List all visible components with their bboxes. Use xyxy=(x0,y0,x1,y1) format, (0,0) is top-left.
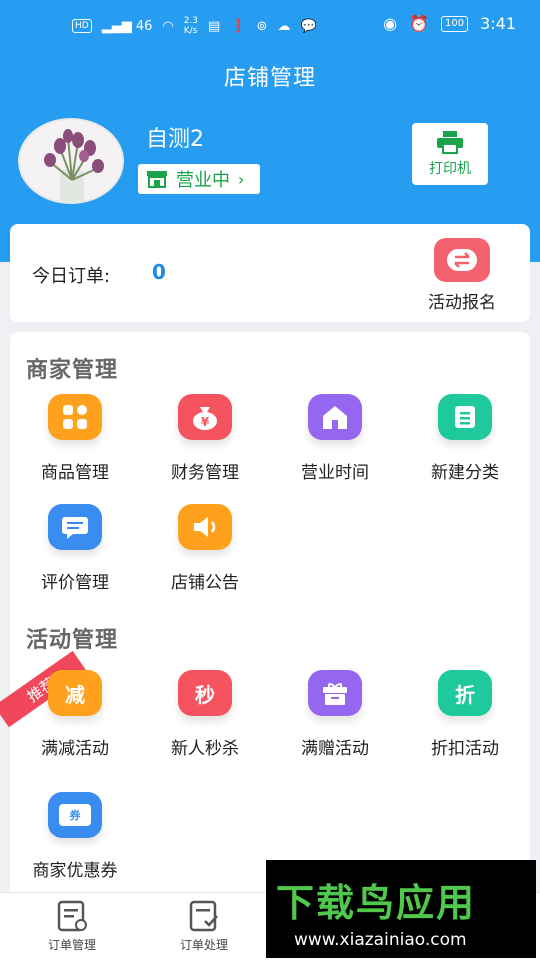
hd-badge: HD xyxy=(72,19,92,33)
chevron-right-icon: › xyxy=(238,169,245,189)
comment-icon xyxy=(48,504,102,550)
category-list-icon xyxy=(438,394,492,440)
activity-signup-label: 活动报名 xyxy=(428,293,496,313)
eye-icon: ◉ xyxy=(383,14,398,33)
review-management-item[interactable]: 评价管理 xyxy=(10,504,140,593)
battery-icon: 100 xyxy=(440,15,469,32)
coupon-glyph: 券 xyxy=(59,804,91,826)
flash-sale-icon: 秒 xyxy=(178,670,232,716)
nav-label: 订单处理 xyxy=(179,938,228,952)
shop-notice-item[interactable]: 店铺公告 xyxy=(140,504,270,593)
signal-icon: ▂▄▆ 46 xyxy=(101,18,153,34)
nav-label: 订单管理 xyxy=(47,938,96,952)
gift-box-icon xyxy=(308,670,362,716)
management-card: 商家管理 商品管理 ¥ 财务管理 营业时间 新建分类 评价管理 店铺公告 活动管… xyxy=(0,332,530,902)
product-management-item[interactable]: 商品管理 xyxy=(10,394,140,483)
printer-button[interactable]: 打印机 xyxy=(412,123,488,185)
house-icon xyxy=(308,394,362,440)
app-icon: ⊚ xyxy=(256,18,268,34)
item-label: 评价管理 xyxy=(41,573,109,593)
item-label: 商品管理 xyxy=(41,463,109,483)
battery-level: 100 xyxy=(444,17,465,29)
order-manage-icon xyxy=(57,900,87,932)
speed-value: 2.3 xyxy=(183,16,199,26)
item-label: 新建分类 xyxy=(431,463,499,483)
business-status-button[interactable]: 营业中 › xyxy=(138,164,260,194)
merchant-section-title: 商家管理 xyxy=(26,358,119,383)
cloud-icon: ☁ xyxy=(277,18,291,34)
speed-unit: K/s xyxy=(183,26,198,36)
item-label: 财务管理 xyxy=(171,463,239,483)
item-label: 折扣活动 xyxy=(431,739,499,759)
printer-label: 打印机 xyxy=(429,161,471,177)
page-title: 店铺管理 xyxy=(223,66,316,91)
coupon-icon: 券 xyxy=(48,792,102,838)
flash-sale-item[interactable]: 秒 新人秒杀 xyxy=(140,670,270,759)
alert-icon: ❗ xyxy=(230,18,247,34)
item-label: 新人秒杀 xyxy=(171,739,239,759)
alarm-icon: ⏰ xyxy=(409,14,429,33)
discount-icon: 折 xyxy=(438,670,492,716)
store-icon xyxy=(147,171,167,188)
nav-order-processing[interactable]: 订单处理 xyxy=(154,899,254,953)
signal-label: 46 xyxy=(135,18,153,34)
wifi-icon: ◠ xyxy=(162,18,174,34)
activity-signup-button[interactable]: 活动报名 xyxy=(414,238,510,313)
item-label: 满赠活动 xyxy=(301,739,369,759)
order-process-icon xyxy=(189,900,218,932)
chat-icon: 💬 xyxy=(300,18,317,34)
discount-reduce-icon: 减 xyxy=(48,670,102,716)
grid-apps-icon xyxy=(48,394,102,440)
money-bag-icon: ¥ xyxy=(178,394,232,440)
item-label: 店铺公告 xyxy=(171,573,239,593)
full-reduction-item[interactable]: 减 满减活动 xyxy=(10,670,140,759)
shop-name: 自测2 xyxy=(146,127,204,152)
tulip-photo-icon xyxy=(20,120,122,202)
svg-text:¥: ¥ xyxy=(201,415,210,429)
item-label: 营业时间 xyxy=(301,463,369,483)
clock-time: 3:41 xyxy=(480,14,516,33)
today-orders-count: 0 xyxy=(152,260,166,284)
item-label: 商家优惠券 xyxy=(32,861,118,881)
exchange-icon xyxy=(434,238,490,282)
watermark-url: www.xiazainiao.com xyxy=(294,930,467,950)
nav-order-management[interactable]: 订单管理 xyxy=(22,899,122,953)
status-bar: HD ▂▄▆ 46 ◠ 2.3 K/s ▤ ❗ ⊚ ☁ 💬 ◉ ⏰ 100 3:… xyxy=(0,0,540,50)
today-orders-card: 今日订单: 0 活动报名 xyxy=(10,224,530,322)
gift-activity-item[interactable]: 满赠活动 xyxy=(270,670,400,759)
business-hours-item[interactable]: 营业时间 xyxy=(270,394,400,483)
today-orders-label: 今日订单: xyxy=(32,266,111,287)
business-status-label: 营业中 xyxy=(176,170,230,191)
header-bar: HD ▂▄▆ 46 ◠ 2.3 K/s ▤ ❗ ⊚ ☁ 💬 ◉ ⏰ 100 3:… xyxy=(0,0,540,262)
watermark: 下载鸟应用 www.xiazainiao.com xyxy=(266,860,536,958)
discount-item[interactable]: 折 折扣活动 xyxy=(400,670,530,759)
coupon-item[interactable]: 券 商家优惠券 xyxy=(10,792,140,881)
speaker-icon xyxy=(178,504,232,550)
watermark-logo: 下载鸟应用 xyxy=(276,881,477,925)
network-speed: 2.3 K/s xyxy=(184,16,198,36)
sim-icon: ▤ xyxy=(208,18,221,34)
new-category-item[interactable]: 新建分类 xyxy=(400,394,530,483)
item-label: 满减活动 xyxy=(41,739,109,759)
printer-icon xyxy=(437,131,463,154)
shop-avatar[interactable] xyxy=(18,118,124,204)
finance-management-item[interactable]: ¥ 财务管理 xyxy=(140,394,270,483)
